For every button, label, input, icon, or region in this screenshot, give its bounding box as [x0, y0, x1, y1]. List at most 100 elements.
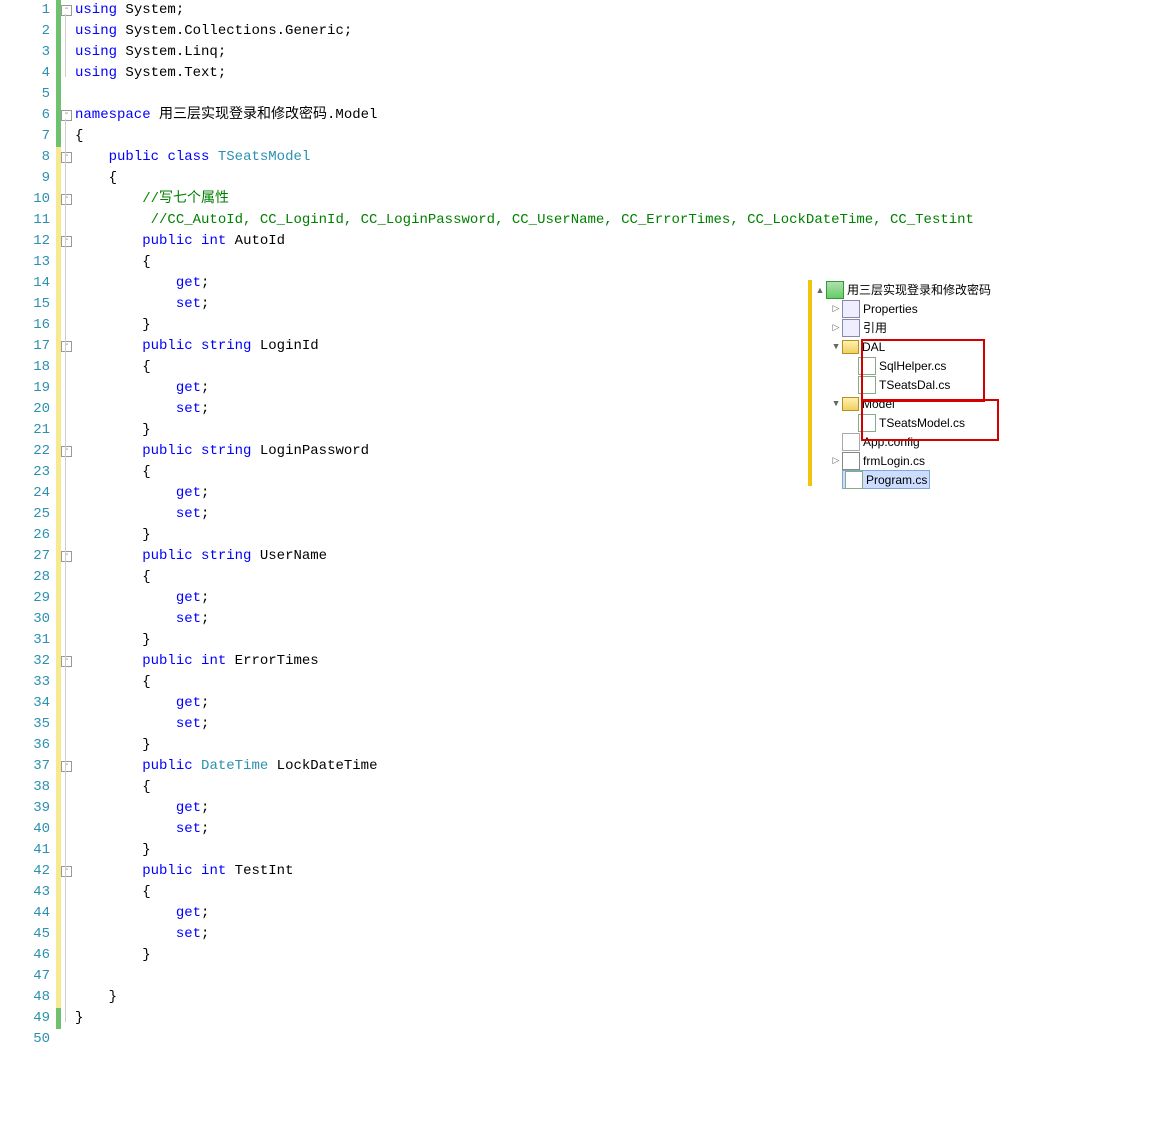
outlining-margin[interactable]: - - - - - - - - - - -	[61, 0, 73, 1050]
tree-node[interactable]: TSeatsDal.cs	[814, 375, 1014, 394]
line-number: 29	[0, 588, 50, 609]
code-line[interactable]: {	[75, 252, 974, 273]
code-line[interactable]: {	[75, 168, 974, 189]
csharp-file-icon	[845, 471, 863, 489]
collapse-region-icon[interactable]: -	[61, 866, 72, 877]
line-number: 19	[0, 378, 50, 399]
code-line[interactable]	[75, 1029, 974, 1050]
collapse-arrow-icon[interactable]: ▲	[830, 399, 842, 409]
code-line[interactable]: }	[75, 840, 974, 861]
code-line[interactable]: }	[75, 987, 974, 1008]
code-line[interactable]: {	[75, 777, 974, 798]
code-line[interactable]	[75, 84, 974, 105]
collapse-region-icon[interactable]: -	[61, 152, 72, 163]
tree-node[interactable]: SqlHelper.cs	[814, 356, 1014, 375]
line-number: 49	[0, 1008, 50, 1029]
line-number: 27	[0, 546, 50, 567]
tree-node[interactable]: ▲DAL	[814, 337, 1014, 356]
code-line[interactable]: get;	[75, 798, 974, 819]
code-line[interactable]: //CC_AutoId, CC_LoginId, CC_LoginPasswor…	[75, 210, 974, 231]
expand-arrow-icon[interactable]: ▲	[814, 285, 826, 295]
line-number: 28	[0, 567, 50, 588]
tree-node[interactable]: ▷ 引用	[814, 318, 1014, 337]
expand-arrow-icon[interactable]: ▷	[830, 303, 842, 314]
line-number: 33	[0, 672, 50, 693]
collapse-arrow-icon[interactable]: ▲	[830, 342, 842, 352]
code-line[interactable]: {	[75, 882, 974, 903]
tree-node[interactable]: Program.cs	[814, 470, 1014, 489]
tree-node[interactable]: ▷ frmLogin.cs	[814, 451, 1014, 470]
project-node[interactable]: ▲ 用三层实现登录和修改密码	[814, 280, 1014, 299]
code-area[interactable]: using System;using System.Collections.Ge…	[73, 0, 974, 1050]
line-number: 20	[0, 399, 50, 420]
line-number: 23	[0, 462, 50, 483]
line-number: 38	[0, 777, 50, 798]
line-number: 14	[0, 273, 50, 294]
code-line[interactable]: }	[75, 735, 974, 756]
code-line[interactable]: //写七个属性	[75, 189, 974, 210]
code-line[interactable]: public DateTime LockDateTime	[75, 756, 974, 777]
tree-node[interactable]: ▲Model	[814, 394, 1014, 413]
code-editor[interactable]: 1234567891011121314151617181920212223242…	[0, 0, 974, 1050]
code-line[interactable]: set;	[75, 924, 974, 945]
line-number: 4	[0, 63, 50, 84]
line-number: 36	[0, 735, 50, 756]
code-line[interactable]: using System.Text;	[75, 63, 974, 84]
collapse-region-icon[interactable]: -	[61, 236, 72, 247]
tree-node[interactable]: App.config	[814, 432, 1014, 451]
form-file-icon	[842, 452, 860, 470]
line-number: 12	[0, 231, 50, 252]
line-number: 44	[0, 903, 50, 924]
code-line[interactable]: using System;	[75, 0, 974, 21]
line-number: 47	[0, 966, 50, 987]
code-line[interactable]: public int ErrorTimes	[75, 651, 974, 672]
csharp-file-icon	[858, 357, 876, 375]
code-line[interactable]: {	[75, 567, 974, 588]
code-line[interactable]: public int AutoId	[75, 231, 974, 252]
collapse-region-icon[interactable]: -	[61, 446, 72, 457]
line-number: 22	[0, 441, 50, 462]
code-line[interactable]: get;	[75, 903, 974, 924]
collapse-region-icon[interactable]: -	[61, 551, 72, 562]
code-line[interactable]: }	[75, 630, 974, 651]
code-line[interactable]: public class TSeatsModel	[75, 147, 974, 168]
line-number: 39	[0, 798, 50, 819]
code-line[interactable]: public string UserName	[75, 546, 974, 567]
collapse-region-icon[interactable]: -	[61, 110, 72, 121]
line-number: 6	[0, 105, 50, 126]
line-number: 32	[0, 651, 50, 672]
code-line[interactable]: set;	[75, 609, 974, 630]
code-line[interactable]: set;	[75, 819, 974, 840]
code-line[interactable]: {	[75, 672, 974, 693]
code-line[interactable]: namespace 用三层实现登录和修改密码.Model	[75, 105, 974, 126]
collapse-region-icon[interactable]: -	[61, 5, 72, 16]
expand-arrow-icon[interactable]: ▷	[830, 322, 842, 333]
code-line[interactable]: using System.Collections.Generic;	[75, 21, 974, 42]
tree-node[interactable]: ▷Properties	[814, 299, 1014, 318]
collapse-region-icon[interactable]: -	[61, 194, 72, 205]
line-number: 16	[0, 315, 50, 336]
tree-node[interactable]: TSeatsModel.cs	[814, 413, 1014, 432]
code-line[interactable]: public int TestInt	[75, 861, 974, 882]
collapse-region-icon[interactable]: -	[61, 656, 72, 667]
code-line[interactable]: }	[75, 945, 974, 966]
folder-open-icon	[842, 397, 859, 411]
code-line[interactable]: set;	[75, 714, 974, 735]
code-line[interactable]: get;	[75, 693, 974, 714]
code-line[interactable]: get;	[75, 588, 974, 609]
collapse-region-icon[interactable]: -	[61, 761, 72, 772]
code-line[interactable]: set;	[75, 504, 974, 525]
solution-explorer[interactable]: ▲ 用三层实现登录和修改密码 ▷Properties▷引用▲DALSqlHelp…	[814, 280, 1014, 489]
code-line[interactable]	[75, 966, 974, 987]
tree-node-label: frmLogin.cs	[863, 454, 925, 468]
code-line[interactable]: }	[75, 1008, 974, 1029]
collapse-region-icon[interactable]: -	[61, 341, 72, 352]
line-number: 46	[0, 945, 50, 966]
expand-arrow-icon[interactable]: ▷	[830, 455, 842, 466]
code-line[interactable]: using System.Linq;	[75, 42, 974, 63]
code-line[interactable]: {	[75, 126, 974, 147]
project-icon	[826, 281, 844, 299]
code-line[interactable]: }	[75, 525, 974, 546]
tree-node-label: 引用	[863, 319, 887, 336]
line-number: 45	[0, 924, 50, 945]
